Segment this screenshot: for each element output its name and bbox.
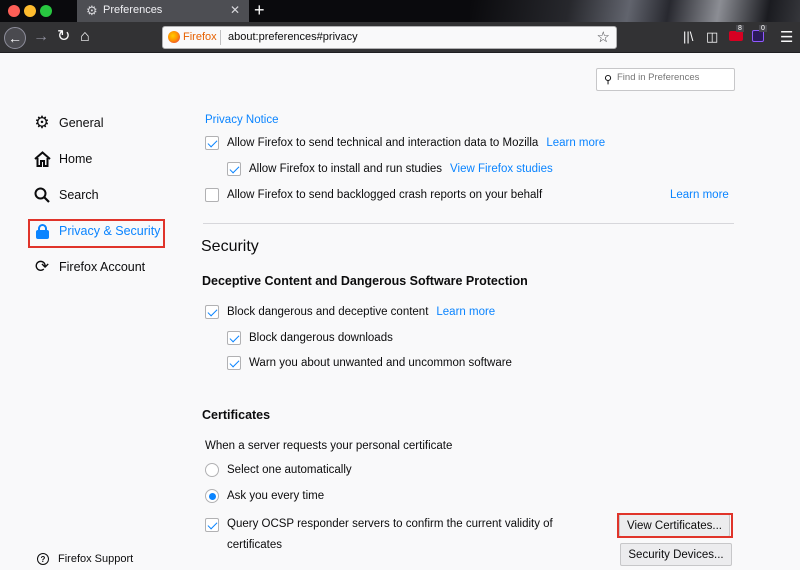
new-tab-button[interactable]: + xyxy=(254,0,265,20)
support-label: Firefox Support xyxy=(58,553,134,565)
sidebar-item-label: General xyxy=(59,116,104,130)
search-icon: ⚲ xyxy=(604,74,613,86)
forward-button[interactable]: → xyxy=(33,29,49,45)
close-tab-icon[interactable]: ✕ xyxy=(230,3,240,17)
select-automatically-label: Select one automatically xyxy=(227,464,352,476)
firefox-support-link[interactable]: ? Firefox Support xyxy=(37,553,133,565)
extension-badge: 0 xyxy=(759,25,767,32)
ask-every-time-radio[interactable] xyxy=(205,489,219,503)
tab-title: Preferences xyxy=(103,4,163,16)
ask-every-time-label: Ask you every time xyxy=(227,490,325,502)
back-button[interactable]: ← xyxy=(4,27,26,49)
ocsp-checkbox[interactable] xyxy=(205,518,219,532)
search-icon xyxy=(33,186,51,204)
sidebar-item-label: Search xyxy=(59,188,99,202)
search-input[interactable] xyxy=(617,72,729,83)
sidebar-item-search[interactable]: Search xyxy=(33,186,99,204)
url-text[interactable]: about:preferences#privacy xyxy=(228,31,358,43)
crash-reports-label: Allow Firefox to send backlogged crash r… xyxy=(227,189,543,201)
deceptive-content-heading: Deceptive Content and Dangerous Software… xyxy=(202,274,528,288)
ocsp-label: Query OCSP responder servers to confirm … xyxy=(227,518,553,551)
telemetry-learn-more-link[interactable]: Learn more xyxy=(546,137,605,149)
ocsp-row: Query OCSP responder servers to confirm … xyxy=(205,514,575,556)
tab-preferences[interactable]: ⚙ Preferences ✕ xyxy=(77,0,249,22)
crash-learn-more-link[interactable]: Learn more xyxy=(670,189,729,201)
identity-box[interactable]: Firefox xyxy=(168,31,217,43)
select-automatically-radio[interactable] xyxy=(205,463,219,477)
library-icon[interactable]: ||\ xyxy=(683,29,693,44)
sidebar-item-general[interactable]: ⚙ General xyxy=(33,113,104,132)
telemetry-row: Allow Firefox to send technical and inte… xyxy=(205,136,605,150)
home-button[interactable]: ⌂ xyxy=(80,29,90,45)
block-dangerous-checkbox[interactable] xyxy=(205,305,219,319)
crash-reports-checkbox[interactable] xyxy=(205,188,219,202)
block-dangerous-label: Block dangerous and deceptive content xyxy=(227,306,429,318)
reload-button[interactable]: ↻ xyxy=(57,29,70,45)
studies-label: Allow Firefox to install and run studies xyxy=(249,163,443,175)
extension-badge: 8 xyxy=(736,25,744,32)
zoom-window-button[interactable] xyxy=(40,5,52,17)
identity-label: Firefox xyxy=(183,31,217,43)
studies-checkbox[interactable] xyxy=(227,162,241,176)
help-icon: ? xyxy=(37,553,49,565)
sync-icon: ⟳ xyxy=(34,257,50,276)
sidebar-item-firefox-account[interactable]: ⟳ Firefox Account xyxy=(33,257,146,276)
navigation-toolbar: ← → ↻ ⌂ Firefox about:preferences#privac… xyxy=(0,22,800,53)
gear-icon: ⚙ xyxy=(86,3,98,18)
title-bar: ⚙ Preferences ✕ + xyxy=(0,0,800,22)
find-in-preferences[interactable]: ⚲ xyxy=(596,68,735,91)
security-devices-button[interactable]: Security Devices... xyxy=(620,543,732,566)
highlight-box xyxy=(617,513,733,538)
titlebar-background xyxy=(470,0,800,22)
preferences-page: ⚲ ⚙ General Home Search Privacy & Securi… xyxy=(0,53,800,570)
privacy-notice-link[interactable]: Privacy Notice xyxy=(205,114,279,126)
warn-unwanted-row: Warn you about unwanted and uncommon sof… xyxy=(227,356,512,370)
gear-icon: ⚙ xyxy=(34,113,50,132)
bookmark-star-icon[interactable]: ☆ xyxy=(597,28,610,46)
sidebar-item-label: Firefox Account xyxy=(59,260,146,274)
select-automatically-row: Select one automatically xyxy=(205,463,352,477)
telemetry-checkbox[interactable] xyxy=(205,136,219,150)
warn-unwanted-label: Warn you about unwanted and uncommon sof… xyxy=(249,357,512,369)
crash-reports-row: Allow Firefox to send backlogged crash r… xyxy=(205,188,542,202)
telemetry-label: Allow Firefox to send technical and inte… xyxy=(227,137,539,149)
block-downloads-row: Block dangerous downloads xyxy=(227,331,393,345)
ask-every-time-row: Ask you every time xyxy=(205,489,324,503)
block-learn-more-link[interactable]: Learn more xyxy=(436,306,495,318)
firefox-logo-icon xyxy=(168,31,180,43)
certificates-description: When a server requests your personal cer… xyxy=(205,440,453,452)
block-downloads-label: Block dangerous downloads xyxy=(249,332,393,344)
url-separator xyxy=(220,30,221,45)
block-dangerous-row: Block dangerous and deceptive content Le… xyxy=(205,305,495,319)
section-divider xyxy=(203,223,734,224)
close-window-button[interactable] xyxy=(8,5,20,17)
block-downloads-checkbox[interactable] xyxy=(227,331,241,345)
sidebar-item-label: Home xyxy=(59,152,93,166)
security-heading: Security xyxy=(201,238,259,255)
warn-unwanted-checkbox[interactable] xyxy=(227,356,241,370)
view-studies-link[interactable]: View Firefox studies xyxy=(450,163,553,175)
home-icon xyxy=(33,150,51,168)
minimize-window-button[interactable] xyxy=(24,5,36,17)
sidebar-toggle-icon[interactable]: ◫ xyxy=(706,29,718,45)
extension-icon[interactable] xyxy=(729,31,743,41)
studies-row: Allow Firefox to install and run studies… xyxy=(227,162,553,176)
highlight-box xyxy=(28,219,165,248)
hamburger-menu-icon[interactable]: ☰ xyxy=(780,28,793,46)
url-bar[interactable]: Firefox about:preferences#privacy ☆ xyxy=(162,26,617,49)
sidebar-item-home[interactable]: Home xyxy=(33,150,92,168)
certificates-heading: Certificates xyxy=(202,408,271,422)
